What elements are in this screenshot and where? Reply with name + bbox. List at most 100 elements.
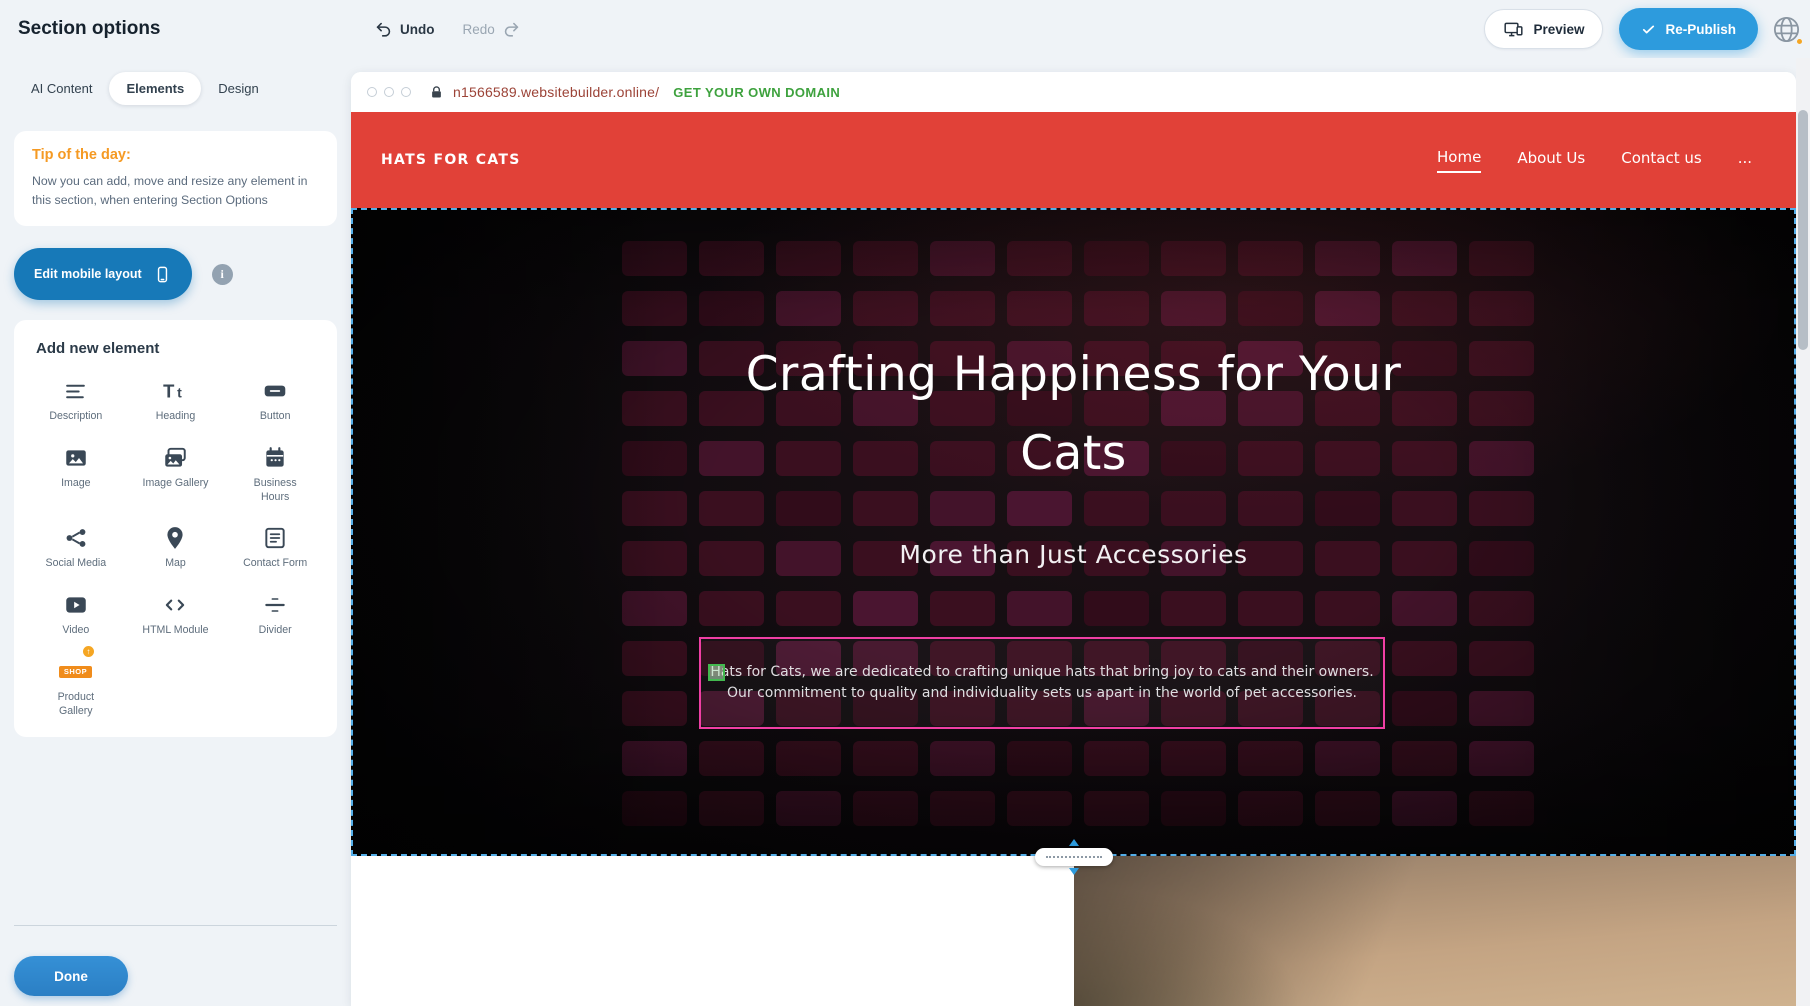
phone-icon [153,265,172,284]
element-grid: Description Tt Heading Button [26,373,325,721]
page-title: Section options [18,18,161,40]
arrow-up-icon [1069,839,1079,846]
site-header[interactable]: HATS FOR CATS Home About Us Contact us .… [351,112,1796,208]
tab-elements[interactable]: Elements [109,72,201,105]
element-label: Image [61,477,90,491]
heading-icon: Tt [162,376,188,404]
redo-label: Redo [463,22,495,37]
tab-design[interactable]: Design [201,72,275,105]
element-image-gallery[interactable]: Image Gallery [126,440,226,508]
scrollbar-thumb[interactable] [1798,110,1808,350]
site-preview-window: n1566589.websitebuilder.online/ GET YOUR… [351,72,1796,1006]
hero-subheading[interactable]: More than Just Accessories [899,540,1247,569]
window-dots [367,87,411,97]
shop-badge: SHOP [59,666,92,678]
preview-label: Preview [1533,22,1584,37]
element-divider[interactable]: Divider [225,587,325,641]
next-section-photo [1074,856,1797,1006]
element-image[interactable]: Image [26,440,126,508]
element-video[interactable]: Video [26,587,126,641]
redo-icon [502,20,521,39]
site-nav: Home About Us Contact us ... [1437,148,1752,173]
nav-contact-us[interactable]: Contact us [1621,149,1701,172]
video-icon [63,590,89,618]
element-label: Heading [156,410,195,424]
site-preview: HATS FOR CATS Home About Us Contact us .… [351,112,1796,1006]
topbar-actions: Preview Re-Publish [1484,8,1758,50]
svg-text:t: t [178,385,183,401]
description-icon [63,376,88,404]
next-section [351,856,1796,1006]
redo-button[interactable]: Redo [463,20,521,39]
element-map[interactable]: Map [126,520,226,574]
sidebar-divider [14,925,337,926]
hero-content: Crafting Happiness for Your Cats More th… [351,208,1796,856]
element-label: Business Hours [241,477,309,505]
section-resize-handle[interactable] [1035,839,1113,875]
sidebar: AI Content Elements Design Tip of the da… [0,58,351,1006]
undo-label: Undo [400,22,435,37]
undo-button[interactable]: Undo [374,20,435,39]
nav-home[interactable]: Home [1437,148,1481,173]
element-label: Product Gallery [42,691,110,719]
add-element-panel: Add new element Description Tt Heading [14,320,337,737]
element-html-module[interactable]: HTML Module [126,587,226,641]
map-icon [162,523,188,551]
language-globe-button[interactable] [1766,9,1806,49]
republish-button[interactable]: Re-Publish [1619,8,1758,50]
element-product-gallery[interactable]: SHOP ↑ Product Gallery [26,654,126,722]
site-logo[interactable]: HATS FOR CATS [381,152,521,168]
check-icon [1641,22,1656,37]
tab-ai-content[interactable]: AI Content [14,72,109,105]
scrollbar[interactable] [1796,58,1810,1006]
image-icon [63,443,89,471]
devices-preview-icon [1503,19,1524,40]
contact-form-icon [262,523,288,551]
done-button[interactable]: Done [14,956,128,996]
element-label: Image Gallery [143,477,209,491]
site-url[interactable]: n1566589.websitebuilder.online/ [453,84,659,100]
arrow-down-icon [1069,868,1079,875]
sidebar-bottom: Done [14,925,337,996]
notification-dot [1795,37,1804,46]
sidebar-tabs: AI Content Elements Design [14,72,337,105]
divider-icon [262,590,288,618]
selection-resize-handle[interactable] [708,664,725,681]
get-domain-link[interactable]: GET YOUR OWN DOMAIN [673,85,840,100]
element-label: Video [62,624,89,638]
add-element-title: Add new element [36,340,325,357]
lock-icon [429,85,444,100]
edit-mobile-layout-button[interactable]: Edit mobile layout [14,248,192,300]
hero-description: Hats for Cats, we are dedicated to craft… [702,662,1382,704]
image-gallery-icon [162,443,188,471]
preview-button[interactable]: Preview [1484,9,1603,49]
nav-more[interactable]: ... [1738,149,1752,172]
element-label: HTML Module [142,624,208,638]
svg-text:T: T [164,381,176,402]
nav-about-us[interactable]: About Us [1517,149,1585,172]
info-icon[interactable]: i [212,264,233,285]
element-label: Button [260,410,291,424]
element-label: Social Media [46,557,107,571]
product-gallery-icon: SHOP ↑ [59,657,93,685]
topbar: Section options Undo Redo Preview [0,0,1810,58]
hero-heading[interactable]: Crafting Happiness for Your Cats [744,336,1404,494]
hero-section[interactable]: Crafting Happiness for Your Cats More th… [351,208,1796,856]
republish-label: Re-Publish [1665,22,1736,37]
upgrade-badge: ↑ [81,644,96,659]
tip-body: Now you can add, move and resize any ele… [32,172,319,210]
business-hours-icon [262,443,288,471]
tip-card: Tip of the day: Now you can add, move an… [14,131,337,226]
element-heading[interactable]: Tt Heading [126,373,226,427]
element-label: Divider [259,624,292,638]
element-social-media[interactable]: Social Media [26,520,126,574]
element-label: Description [49,410,102,424]
editor-canvas: n1566589.websitebuilder.online/ GET YOUR… [351,58,1810,1006]
element-business-hours[interactable]: Business Hours [225,440,325,508]
element-contact-form[interactable]: Contact Form [225,520,325,574]
undo-icon [374,20,393,39]
selected-description-element[interactable]: Hats for Cats, we are dedicated to craft… [699,637,1385,729]
element-description[interactable]: Description [26,373,126,427]
element-button[interactable]: Button [225,373,325,427]
element-label: Contact Form [243,557,307,571]
